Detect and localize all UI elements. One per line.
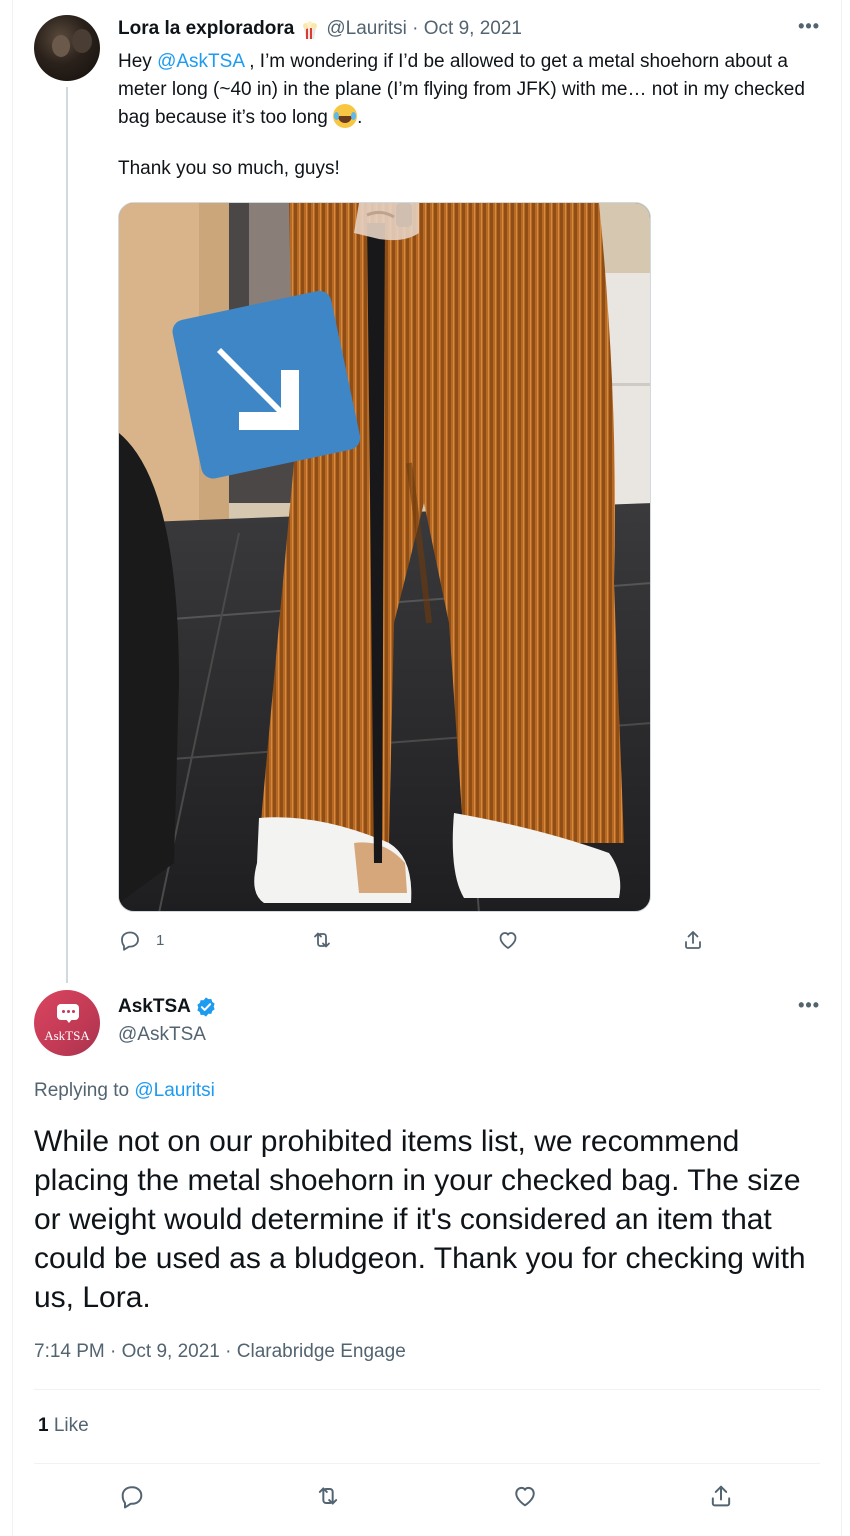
replying-to-link[interactable]: @Lauritsi [134,1080,215,1101]
reply-icon [121,931,139,951]
retweet-icon [318,1487,338,1505]
more-icon[interactable]: ••• [798,995,820,1016]
likes-summary[interactable]: 1 Like [38,1415,89,1437]
tweet-text-prefix: Hey [118,51,158,72]
like-icon [499,932,517,949]
tweet-actions [0,1482,850,1512]
likes-count: 1 [38,1415,49,1436]
retweet-icon [314,932,330,948]
popcorn-emoji-icon [303,21,318,39]
handle[interactable]: @AskTSA [118,1024,206,1046]
replying-to: Replying to @Lauritsi [34,1080,215,1102]
like-button[interactable] [511,1482,539,1510]
avatar-logo-text: AskTSA [44,1028,90,1043]
display-name: AskTSA [118,996,217,1018]
photo-shoehorn-corduroy-pants [119,203,650,911]
display-name-text[interactable]: AskTSA [118,996,191,1018]
tweet-actions: 1 [118,928,718,958]
avatar[interactable]: AskTSA [34,990,100,1056]
reply-icon [121,1486,143,1509]
share-icon [685,931,701,949]
retweet-button[interactable] [310,928,348,952]
like-icon [515,1486,535,1507]
divider [34,1463,820,1464]
tweet-header: Lora la exploradora @Lauritsi · Oct 9, 2… [118,18,522,40]
verified-badge-icon [197,997,215,1017]
reply-count: 1 [156,931,165,949]
tweet-text-thanks: Thank you so much, guys! [118,158,340,179]
mention-link[interactable]: @AskTSA [157,51,244,72]
retweet-button[interactable] [314,1482,342,1510]
replying-label: Replying to [34,1080,135,1101]
reply-button[interactable]: 1 [118,928,164,952]
tweet-photo[interactable] [118,202,651,912]
tweet-text: While not on our prohibited items list, … [34,1125,806,1314]
likes-label: Like [48,1415,89,1436]
handle-and-date[interactable]: @Lauritsi · Oct 9, 2021 [326,18,522,40]
like-button[interactable] [496,928,534,952]
thread-connector-line [66,87,68,983]
share-button[interactable] [681,928,705,952]
tweet-text: Hey @AskTSA , I’m wondering if I’d be al… [118,48,818,132]
avatar[interactable] [34,15,100,81]
tweet-timestamp-source[interactable]: 7:14 PM · Oct 9, 2021 · Clarabridge Enga… [34,1341,406,1363]
tweet-text-suffix: . [357,107,363,128]
share-icon [711,1485,731,1507]
divider [34,1389,820,1390]
more-icon[interactable]: ••• [798,16,820,37]
reply-button[interactable] [118,1482,146,1510]
face-with-tears-of-joy-icon [333,104,358,128]
display-name[interactable]: Lora la exploradora [118,18,294,40]
share-button[interactable] [707,1482,735,1510]
